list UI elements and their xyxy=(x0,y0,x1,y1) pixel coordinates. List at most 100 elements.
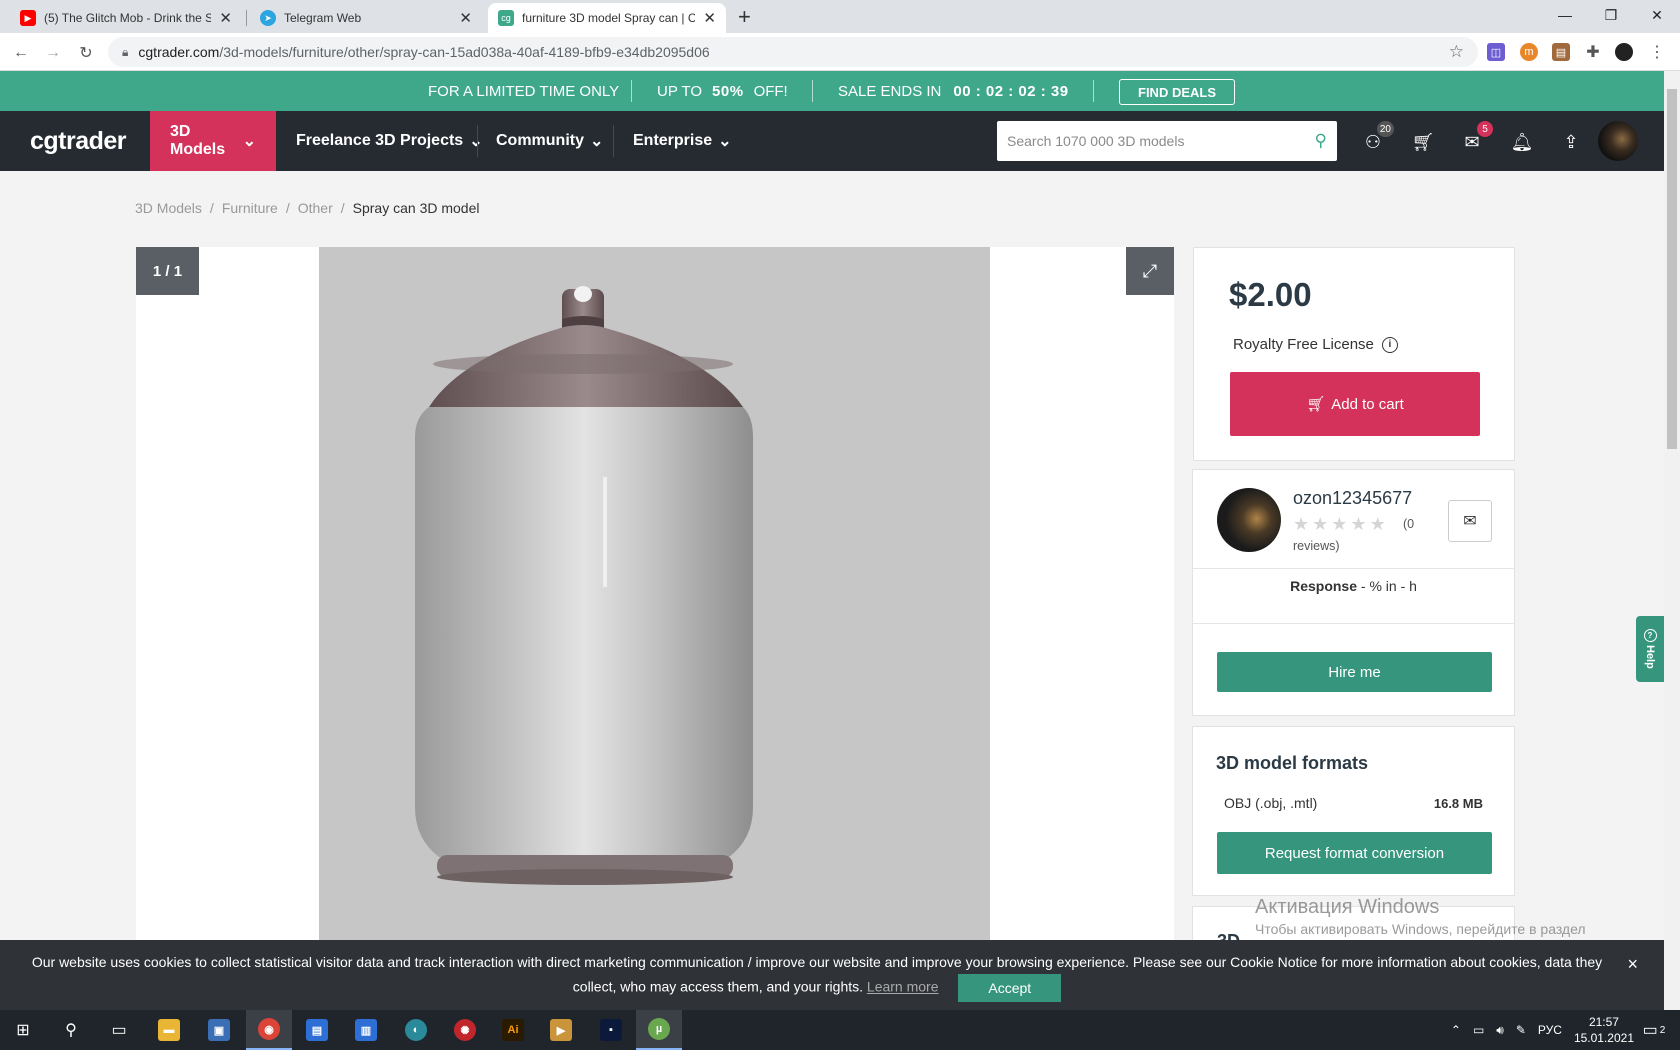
breadcrumb-current: Spray can 3D model xyxy=(352,200,480,216)
url-path: /3d-models/furniture/other/spray-can-15a… xyxy=(219,44,710,60)
fullscreen-expand-icon[interactable]: ⤢ xyxy=(1126,247,1174,295)
close-tab-icon[interactable]: ✕ xyxy=(459,9,472,27)
browser-tab-bar: ▶ (5) The Glitch Mob - Drink the Se ✕ ➤ … xyxy=(0,0,1680,33)
youtube-icon: ▶ xyxy=(20,10,36,26)
start-windows-icon[interactable]: ⊞ xyxy=(0,1010,46,1050)
cart-icon[interactable]: 🛒︎ xyxy=(1410,129,1436,155)
forward-arrow-icon[interactable]: → xyxy=(42,42,64,64)
search-icon[interactable]: ⚲ xyxy=(48,1010,94,1050)
app-blue-doc-icon[interactable]: ▥ xyxy=(343,1010,389,1050)
close-window-icon[interactable]: ✕ xyxy=(1634,0,1680,30)
license-label[interactable]: Royalty Free License xyxy=(1233,336,1374,353)
close-cookie-icon[interactable]: × xyxy=(1627,952,1638,976)
upload-icon[interactable]: ⇪ xyxy=(1558,129,1584,155)
star-icon: ★ xyxy=(1369,514,1386,534)
breadcrumb-3d-models[interactable]: 3D Models xyxy=(135,200,202,216)
chrome-icon[interactable]: ◉ xyxy=(246,1010,292,1050)
projects-icon[interactable]: ⚇ 20 xyxy=(1360,121,1394,155)
breadcrumb-separator: / xyxy=(285,200,290,216)
envelope-icon: ✉ xyxy=(1463,513,1477,530)
tab-title: Telegram Web xyxy=(284,11,362,25)
url-field[interactable]: 🔒︎ cgtrader.com/3d-models/furniture/othe… xyxy=(108,37,1478,67)
app-dark-icon[interactable]: ▪ xyxy=(588,1010,634,1050)
page-scrollbar[interactable] xyxy=(1664,71,1680,1010)
back-arrow-icon[interactable]: ← xyxy=(10,42,32,64)
extension-screenshot-icon[interactable]: ◫ xyxy=(1487,43,1505,61)
seller-avatar[interactable] xyxy=(1217,488,1281,552)
browser-tab-youtube[interactable]: ▶ (5) The Glitch Mob - Drink the Se ✕ xyxy=(10,3,242,33)
volume-icon[interactable]: 🔊︎ xyxy=(1496,1023,1504,1038)
scrollbar-thumb[interactable] xyxy=(1667,89,1677,449)
chevron-up-icon[interactable]: ⌃ xyxy=(1451,1023,1461,1037)
notifications-bell-icon[interactable]: 🔔︎ xyxy=(1509,129,1535,155)
hire-me-button[interactable]: Hire me xyxy=(1217,652,1492,692)
promo-off: OFF! xyxy=(753,82,788,100)
user-avatar[interactable] xyxy=(1598,121,1638,161)
tab-title: (5) The Glitch Mob - Drink the Se xyxy=(44,11,212,25)
info-icon[interactable]: i xyxy=(1381,336,1398,353)
request-format-conversion-button[interactable]: Request format conversion xyxy=(1217,832,1492,874)
file-explorer-icon[interactable]: ▬ xyxy=(146,1010,192,1050)
new-tab-button[interactable]: + xyxy=(738,4,751,30)
accept-cookies-button[interactable]: Accept xyxy=(958,974,1062,1002)
nav-enterprise[interactable]: Enterprise ⌄ xyxy=(613,111,752,171)
illustrator-icon[interactable]: Ai xyxy=(490,1010,536,1050)
nav-community[interactable]: Community ⌄ xyxy=(476,111,623,171)
minimize-icon[interactable]: — xyxy=(1542,0,1588,30)
store-icon[interactable]: ▣ xyxy=(196,1010,242,1050)
maximize-icon[interactable]: ❐ xyxy=(1588,0,1634,30)
breadcrumb-furniture[interactable]: Furniture xyxy=(222,200,278,216)
message-seller-button[interactable]: ✉ xyxy=(1448,500,1492,542)
browser-tab-telegram[interactable]: ➤ Telegram Web ✕ xyxy=(250,3,482,33)
cart-icon: 🛒︎ xyxy=(1306,396,1326,413)
format-size: 16.8 MB xyxy=(1433,796,1483,811)
spray-can-render[interactable] xyxy=(319,247,990,947)
breadcrumb-other[interactable]: Other xyxy=(298,200,333,216)
browser-tab-cgtrader[interactable]: cg furniture 3D model Spray can | C ✕ xyxy=(488,3,726,33)
pen-icon[interactable]: ✎ xyxy=(1516,1023,1526,1037)
lock-icon: 🔒︎ xyxy=(122,44,129,59)
extensions-puzzle-icon[interactable]: ✚ xyxy=(1584,43,1602,61)
help-tab[interactable]: ? Help xyxy=(1636,616,1664,682)
seller-panel: ozon12345677 (0 reviews) ★ ★ ★ ★ ★ ✉ Respons… xyxy=(1192,469,1515,716)
image-counter: 1 / 1 xyxy=(136,247,199,295)
app-blue-window-icon[interactable]: ▤ xyxy=(294,1010,340,1050)
app-teal-icon[interactable]: ◐ xyxy=(393,1010,439,1050)
app-red-icon[interactable]: ✺ xyxy=(442,1010,488,1050)
nav-label: Community xyxy=(496,132,584,149)
utorrent-icon[interactable]: µ xyxy=(636,1010,682,1050)
promo-discount: UP TO 50% OFF! xyxy=(657,71,788,111)
promo-divider xyxy=(812,80,813,102)
search-input[interactable] xyxy=(1007,133,1315,149)
media-player-icon[interactable]: ▶ xyxy=(538,1010,584,1050)
telegram-icon: ➤ xyxy=(260,10,276,26)
find-deals-button[interactable]: FIND DEALS xyxy=(1119,79,1235,105)
cookie-text: Our website uses cookies to collect stat… xyxy=(31,954,1603,995)
profile-avatar-icon[interactable] xyxy=(1615,43,1633,61)
bookmark-star-icon[interactable]: ☆ xyxy=(1449,42,1464,62)
seller-name[interactable]: ozon12345677 xyxy=(1293,488,1412,509)
reload-icon[interactable]: ↻ xyxy=(75,42,97,64)
nav-freelance[interactable]: Freelance 3D Projects ⌄ xyxy=(276,111,503,171)
license-row: Royalty Free License i xyxy=(1233,336,1398,353)
browser-menu-icon[interactable]: ⋮ xyxy=(1648,43,1666,61)
question-icon: ? xyxy=(1643,629,1657,643)
nav-3d-models[interactable]: 3D Models ⌄ xyxy=(150,111,276,171)
promo-upto: UP TO xyxy=(657,82,703,100)
search-icon[interactable]: ⚲ xyxy=(1315,131,1327,151)
network-icon[interactable]: ▭ xyxy=(1473,1023,1484,1037)
messages-icon[interactable]: ✉ 5 xyxy=(1459,121,1493,155)
close-tab-icon[interactable]: ✕ xyxy=(703,9,716,27)
cgtrader-logo[interactable]: cgtrader xyxy=(30,111,127,171)
close-tab-icon[interactable]: ✕ xyxy=(219,9,232,27)
learn-more-link[interactable]: Learn more xyxy=(867,979,939,995)
add-to-cart-button[interactable]: 🛒︎ Add to cart xyxy=(1230,372,1480,436)
breadcrumb-separator: / xyxy=(209,200,214,216)
extension-m-icon[interactable]: m xyxy=(1520,43,1538,61)
language-indicator[interactable]: РУС xyxy=(1538,1023,1562,1037)
chevron-down-icon: ⌄ xyxy=(718,133,732,150)
clock[interactable]: 21:57 15.01.2021 xyxy=(1574,1014,1634,1046)
task-view-icon[interactable]: ▭ xyxy=(96,1010,142,1050)
action-center-icon[interactable]: ▭ 2 xyxy=(1636,1010,1672,1050)
extension-wallet-icon[interactable]: ▤ xyxy=(1552,43,1570,61)
